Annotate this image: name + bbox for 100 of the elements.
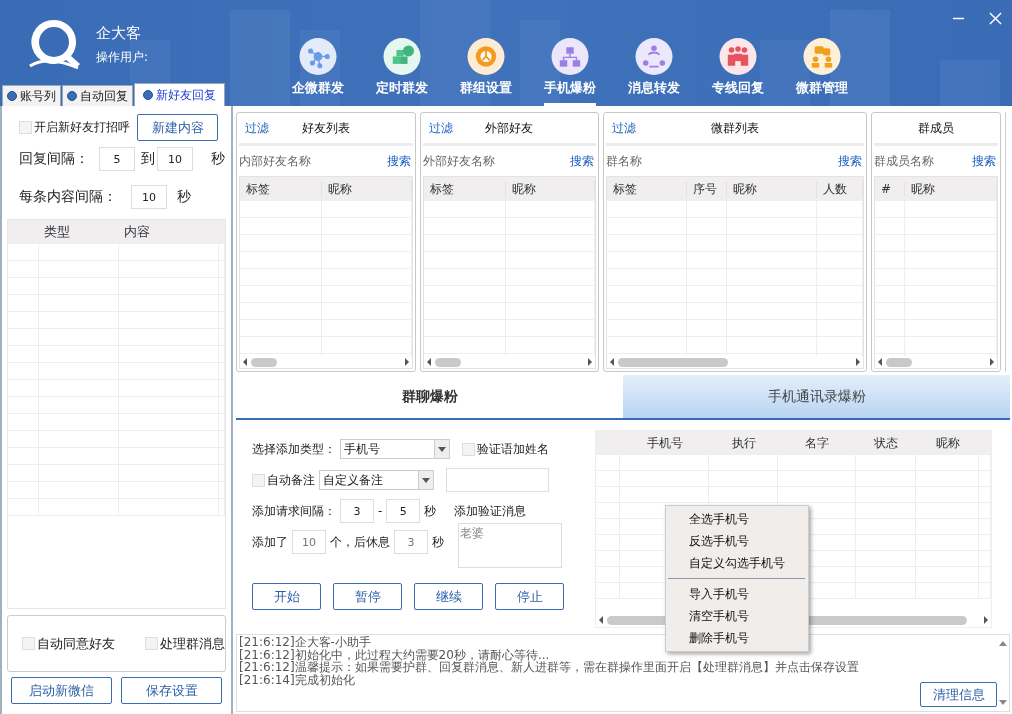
- nav-tab[interactable]: 消息转发: [619, 0, 689, 106]
- people-chat-icon: [802, 38, 842, 75]
- field-label: 添加验证消息: [454, 502, 527, 520]
- column-header: 标签: [423, 180, 506, 198]
- search-link[interactable]: 搜索: [972, 152, 996, 170]
- boxes-clock-icon: [382, 38, 422, 75]
- menu-item[interactable]: 全选手机号: [666, 508, 808, 530]
- input-field[interactable]: 10: [157, 147, 193, 171]
- input-field[interactable]: [446, 468, 549, 492]
- log-line: [21:6:12]温馨提示：如果需要护群、回复群消息、新人进群等，需在群操作里面开启【处理群消息】并点击保存设置: [239, 661, 859, 674]
- column-header: 昵称: [904, 180, 997, 198]
- field-label: 选择添加类型：: [252, 440, 336, 458]
- column-header: 昵称: [505, 180, 595, 198]
- people-icon: [718, 38, 758, 75]
- search-field[interactable]: 内部好友名称: [237, 154, 387, 168]
- column-header: 昵称: [726, 180, 817, 198]
- column-header: 昵称: [322, 180, 412, 198]
- checkbox[interactable]: [22, 637, 35, 650]
- checkbox[interactable]: [19, 121, 32, 134]
- field-label: 每条内容间隔：: [19, 188, 118, 206]
- action-button[interactable]: 保存设置: [121, 677, 222, 704]
- input-field[interactable]: 5: [386, 499, 421, 523]
- filter-link[interactable]: 过滤: [245, 119, 269, 137]
- column-header: 标签: [606, 180, 687, 198]
- menu-item[interactable]: 清空手机号: [666, 605, 808, 627]
- nav-tab[interactable]: 企微群发: [283, 0, 353, 106]
- clear-button[interactable]: 清理信息: [920, 682, 997, 707]
- nav-tab[interactable]: 专线回复: [703, 0, 773, 106]
- nav-tab[interactable]: 微群管理: [787, 0, 857, 106]
- note-dropdown[interactable]: 自定义备注: [319, 470, 434, 490]
- column-header: 标签: [240, 180, 322, 198]
- input-field[interactable]: 5: [99, 147, 135, 171]
- close-icon[interactable]: [989, 12, 1002, 25]
- mode-tab[interactable]: 手机通讯录爆粉: [623, 375, 1010, 418]
- action-button[interactable]: 停止: [495, 583, 564, 610]
- menu-item[interactable]: 导入手机号: [666, 583, 808, 605]
- log-line: [21:6:14]完成初始化: [239, 673, 355, 686]
- network-icon: [298, 38, 338, 75]
- search-link[interactable]: 搜索: [837, 152, 862, 170]
- panel-title: 好友列表: [301, 119, 350, 137]
- column-header: 人数: [816, 180, 863, 198]
- action-button[interactable]: 继续: [414, 583, 483, 610]
- unit-label: 秒: [432, 533, 444, 551]
- unit-label: 秒: [424, 502, 437, 520]
- panel-title: 外部好友: [485, 119, 534, 137]
- type-dropdown[interactable]: 手机号: [340, 439, 450, 459]
- column-header: #: [874, 182, 905, 196]
- app-name: 企大客: [96, 24, 142, 43]
- column-header: 执行: [730, 434, 757, 452]
- action-button[interactable]: 暂停: [333, 583, 402, 610]
- input-field[interactable]: 10: [131, 185, 167, 209]
- field-label: 到: [141, 150, 153, 168]
- search-field[interactable]: 群成员名称: [871, 154, 972, 168]
- checkbox-label: 处理群消息: [160, 634, 225, 653]
- column-header: 内容: [123, 223, 151, 241]
- hierarchy-icon: [550, 38, 590, 75]
- tab[interactable]: 账号列: [2, 85, 61, 106]
- checkbox-label: 验证语加姓名: [477, 440, 549, 458]
- gear-icon: [466, 38, 506, 75]
- unit-label: 秒: [177, 188, 191, 206]
- filter-link[interactable]: 过滤: [428, 119, 453, 137]
- cycle-icon: [634, 38, 674, 75]
- input-field[interactable]: 10: [292, 530, 326, 554]
- column-header: 类型: [43, 223, 71, 241]
- field-label: 添加请求间隔：: [252, 502, 336, 520]
- panel-title: 群成员: [917, 119, 954, 137]
- tab[interactable]: 自动回复: [62, 85, 133, 106]
- search-field[interactable]: 群名称: [603, 154, 838, 168]
- input-field[interactable]: 3: [394, 530, 428, 554]
- menu-item[interactable]: 删除手机号: [666, 627, 808, 649]
- checkbox[interactable]: [462, 442, 475, 456]
- checkbox[interactable]: [145, 637, 158, 650]
- field-label: 回复间隔：: [19, 150, 90, 168]
- search-link[interactable]: 搜索: [569, 152, 594, 170]
- dash-label: -: [378, 504, 383, 518]
- panel-title: 微群列表: [710, 119, 759, 137]
- nav-tab[interactable]: 群组设置: [451, 0, 521, 106]
- field-label: 个，后休息: [330, 533, 390, 551]
- checkbox-label: 开启新好友打招呼: [34, 119, 130, 136]
- search-link[interactable]: 搜索: [386, 152, 411, 170]
- menu-item[interactable]: 自定义勾选手机号: [666, 552, 808, 574]
- checkbox-label: 自动同意好友: [37, 634, 115, 653]
- column-header: 状态: [873, 434, 899, 452]
- menu-item[interactable]: 反选手机号: [666, 530, 808, 552]
- tab[interactable]: 新好友回复: [134, 83, 225, 106]
- action-button[interactable]: 开始: [252, 583, 321, 610]
- checkbox[interactable]: [252, 473, 265, 487]
- input-field[interactable]: 3: [340, 499, 374, 523]
- message-field[interactable]: 老婆: [458, 523, 562, 568]
- log-line: [21:6:12]初始化中，此过程大约需要20秒，请耐心等待...: [239, 648, 550, 661]
- new-content-button[interactable]: 新建内容: [137, 114, 218, 141]
- nav-tab[interactable]: 定时群发: [367, 0, 437, 106]
- column-header: 昵称: [934, 434, 961, 452]
- filter-link[interactable]: 过滤: [611, 119, 636, 137]
- user-label: 操作用户:: [96, 49, 149, 66]
- field-label: 添加了: [252, 533, 288, 551]
- action-button[interactable]: 启动新微信: [11, 677, 112, 704]
- column-header: 名字: [804, 434, 830, 452]
- nav-tab[interactable]: 手机爆粉: [535, 0, 605, 106]
- search-field[interactable]: 外部好友名称: [420, 154, 570, 168]
